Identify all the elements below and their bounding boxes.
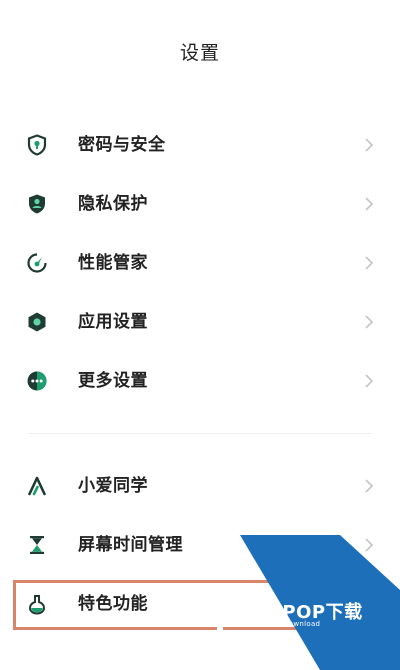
settings-item-more-settings[interactable]: 更多设置	[0, 357, 400, 405]
settings-item-label: 小爱同学	[78, 476, 148, 496]
settings-item-label: 密码与安全	[78, 135, 166, 155]
chevron-right-icon	[365, 197, 374, 211]
settings-item-app-settings[interactable]: 应用设置	[0, 298, 400, 346]
settings-item-label: 性能管家	[78, 253, 148, 273]
settings-item-label: 屏幕时间管理	[78, 535, 183, 555]
watermark-subtext: PCPOP Download	[256, 620, 321, 628]
privacy-user-shield-icon	[29, 194, 45, 214]
flask-icon	[28, 595, 46, 615]
settings-item-privacy[interactable]: 隐私保护	[0, 180, 400, 228]
app-hexagon-icon	[28, 312, 46, 332]
settings-item-password-security[interactable]: 密码与安全	[0, 121, 400, 169]
settings-item-label: 隐私保护	[78, 194, 148, 214]
xiaoai-assistant-icon	[28, 476, 46, 496]
chevron-right-icon	[365, 256, 374, 270]
section-divider	[28, 433, 372, 434]
more-dots-icon	[27, 371, 47, 391]
page-title: 设置	[179, 42, 220, 64]
settings-item-label: 应用设置	[78, 312, 148, 332]
chevron-right-icon	[365, 479, 374, 493]
hourglass-icon	[30, 536, 44, 554]
settings-item-label: 特色功能	[78, 594, 148, 614]
chevron-right-icon	[365, 315, 374, 329]
shield-lock-icon	[27, 134, 47, 156]
settings-item-xiaoai[interactable]: 小爱同学	[0, 462, 400, 510]
pcpop-logo-icon	[214, 590, 250, 630]
chevron-right-icon	[365, 138, 374, 152]
settings-item-performance[interactable]: 性能管家	[0, 239, 400, 287]
performance-gauge-icon	[27, 253, 47, 273]
settings-item-label: 更多设置	[78, 371, 148, 391]
chevron-right-icon	[365, 374, 374, 388]
